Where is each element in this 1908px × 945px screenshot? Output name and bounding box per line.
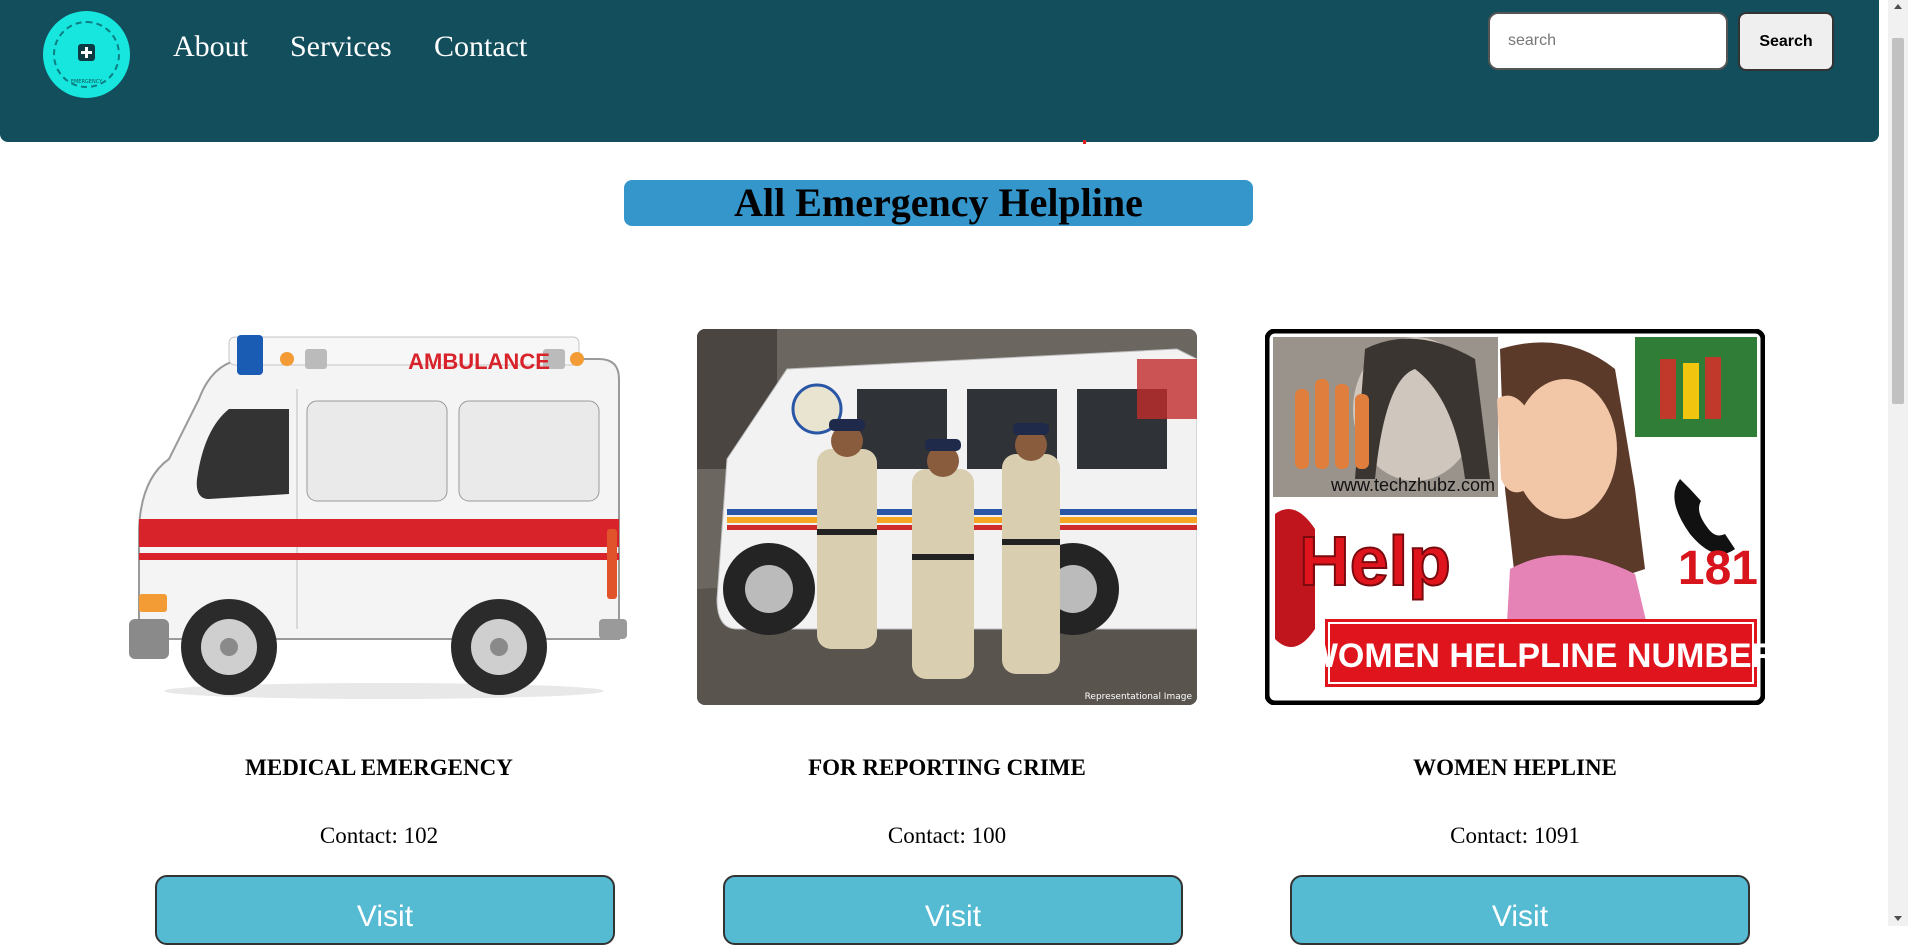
- card-title: MEDICAL EMERGENCY: [245, 755, 513, 780]
- visit-button[interactable]: Visit: [155, 875, 615, 945]
- ambulance-label: AMBULANCE: [408, 349, 550, 374]
- helpline-number: 181: [1678, 542, 1758, 595]
- nav-link-services[interactable]: Services: [290, 30, 392, 64]
- navbar: EMERGENCY About Services Contact Search: [0, 0, 1879, 142]
- medical-cross-icon: [78, 44, 95, 61]
- search-input[interactable]: [1488, 12, 1728, 70]
- image-caption: Representational Image: [1085, 692, 1193, 702]
- card-contact: Contact: 102: [319, 823, 439, 848]
- scroll-down-arrow-icon[interactable]: [1894, 916, 1902, 921]
- page-title: All Emergency Helpline: [624, 180, 1253, 226]
- search-button[interactable]: Search: [1738, 12, 1834, 71]
- card-contact: Contact: 1091: [1450, 823, 1580, 848]
- website-text: www.techzhubz.com: [1330, 475, 1495, 495]
- card-title: FOR REPORTING CRIME: [808, 755, 1086, 780]
- nav-link-about[interactable]: About: [173, 30, 248, 64]
- ambulance-image: AMBULANCE: [129, 329, 629, 705]
- card-title: WOMEN HEPLINE: [1413, 755, 1617, 780]
- police-image: Representational Image: [697, 329, 1197, 705]
- scroll-thumb[interactable]: [1892, 38, 1904, 404]
- banner-text: WOMEN HELPLINE NUMBER: [1306, 637, 1765, 675]
- help-text: Help: [1299, 522, 1451, 600]
- visit-button[interactable]: Visit: [723, 875, 1183, 945]
- scrollbar[interactable]: [1888, 0, 1908, 926]
- nav-link-contact[interactable]: Contact: [434, 30, 527, 64]
- women-helpline-image: 181 www.techzhubz.com Help WOMEN HELPLIN…: [1265, 329, 1765, 705]
- logo[interactable]: EMERGENCY: [43, 11, 130, 98]
- logo-text: EMERGENCY: [70, 79, 103, 85]
- card-contact: Contact: 100: [887, 823, 1007, 848]
- scroll-up-arrow-icon[interactable]: [1894, 4, 1902, 9]
- red-dot: [1083, 140, 1086, 144]
- visit-button[interactable]: Visit: [1290, 875, 1750, 945]
